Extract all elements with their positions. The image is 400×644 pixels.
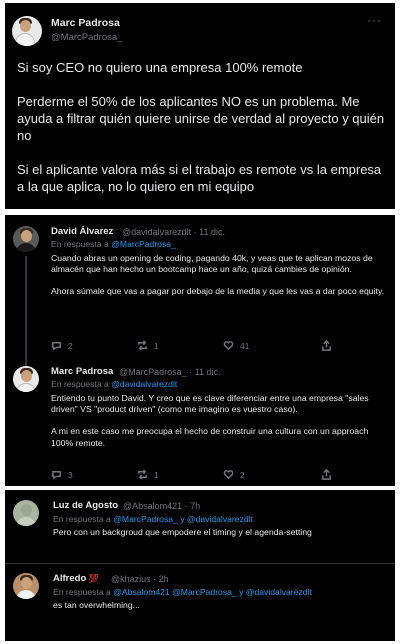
avatar[interactable]	[13, 226, 39, 252]
author-name[interactable]: David Álvarez	[51, 226, 113, 237]
tweet-text: Entiendo tu punto David. Y creo que es c…	[51, 393, 387, 449]
tweet-text: Si soy CEO no quiero una empresa 100% re…	[17, 59, 389, 195]
main-tweet-card: Marc Padrosa @MarcPadrosa_ ··· Si soy CE…	[5, 3, 395, 209]
share-button[interactable]	[321, 340, 332, 351]
avatar[interactable]	[13, 366, 39, 392]
reply-button[interactable]: 2	[51, 340, 73, 351]
author-meta[interactable]: @davidalvarezdlt · 11 dic.	[122, 227, 225, 237]
retweet-button[interactable]: 1	[137, 340, 159, 351]
tweet-paragraph: Si soy CEO no quiero una empresa 100% re…	[17, 60, 303, 75]
tweet-actions: 2 1 41	[51, 340, 381, 352]
reply-button[interactable]: 3	[51, 469, 73, 480]
hundred-points-badge: 💯	[88, 574, 99, 583]
tweet-paragraph: Perderme el 50% de los aplicantes NO es …	[17, 94, 385, 143]
tweet-text: es tan overwhelming...	[53, 600, 140, 610]
mention-link[interactable]: @Absalom421 @MarcPadrosa_ y @davidalvare…	[113, 587, 312, 597]
tweet-text: Pero con un backgroud que empodere el ti…	[53, 527, 312, 537]
thread-card: David Álvarez @davidalvarezdlt · 11 dic.…	[5, 215, 395, 486]
retweet-icon	[138, 340, 147, 351]
author-name[interactable]: Alfredo 💯	[53, 573, 99, 584]
tweet-paragraph: Si el aplicante valora más si el trabajo…	[17, 162, 382, 194]
reply-icon	[52, 471, 61, 480]
tweet-paragraph: A mi en este caso me preocupa el hecho d…	[51, 426, 369, 448]
author-meta[interactable]: @MarcPadrosa_ · 11 dic.	[119, 367, 221, 377]
reply-context: En respuesta a @davidalvarezdlt	[51, 379, 178, 389]
thread-line	[25, 256, 27, 366]
author-meta[interactable]: @khazius · 2h	[111, 574, 169, 584]
author-name[interactable]: Luz de Agosto	[53, 500, 118, 511]
reply-context: En respuesta a @MarcPadrosa_ y @davidalv…	[53, 514, 253, 524]
heart-icon	[223, 470, 234, 480]
author-meta[interactable]: @Absalom421 · 7h	[123, 501, 200, 511]
avatar[interactable]	[12, 16, 42, 46]
tweet-paragraph: Ahora súmale que vas a pagar por debajo …	[51, 286, 385, 297]
like-button[interactable]: 2	[223, 469, 245, 480]
reply-context: En respuesta a @MarcPadrosa_	[51, 239, 176, 249]
like-button[interactable]: 41	[223, 340, 249, 351]
mention-link[interactable]: @davidalvarezdlt	[111, 379, 177, 389]
share-icon	[322, 469, 331, 480]
divider	[5, 563, 395, 564]
reply-icon	[52, 342, 61, 351]
mention-link[interactable]: @MarcPadrosa_	[111, 239, 176, 249]
author-handle[interactable]: @MarcPadrosa_	[51, 32, 122, 43]
tweet-paragraph: Entiendo tu punto David. Y creo que es c…	[51, 393, 369, 415]
heart-icon	[223, 341, 234, 351]
tweet-actions: 3 1 2	[51, 469, 381, 481]
tweet-text: Cuando abras un opening de coding, pagan…	[51, 253, 387, 298]
retweet-button[interactable]: 1	[137, 469, 159, 480]
tweet-paragraph: Cuando abras un opening de coding, pagan…	[51, 253, 373, 275]
replies-card: Luz de Agosto @Absalom421 · 7h En respue…	[5, 490, 395, 641]
reply-context: En respuesta a @Absalom421 @MarcPadrosa_…	[53, 587, 312, 597]
share-icon	[322, 340, 331, 351]
retweet-icon	[138, 469, 147, 480]
author-name[interactable]: Marc Padrosa	[51, 17, 120, 29]
avatar[interactable]	[13, 500, 39, 526]
share-button[interactable]	[321, 469, 332, 480]
avatar[interactable]	[13, 573, 39, 599]
mention-link[interactable]: @MarcPadrosa_ y @davidalvarezdlt	[113, 514, 253, 524]
author-name[interactable]: Marc Padrosa	[51, 366, 113, 377]
more-options-icon[interactable]: ···	[367, 13, 382, 27]
